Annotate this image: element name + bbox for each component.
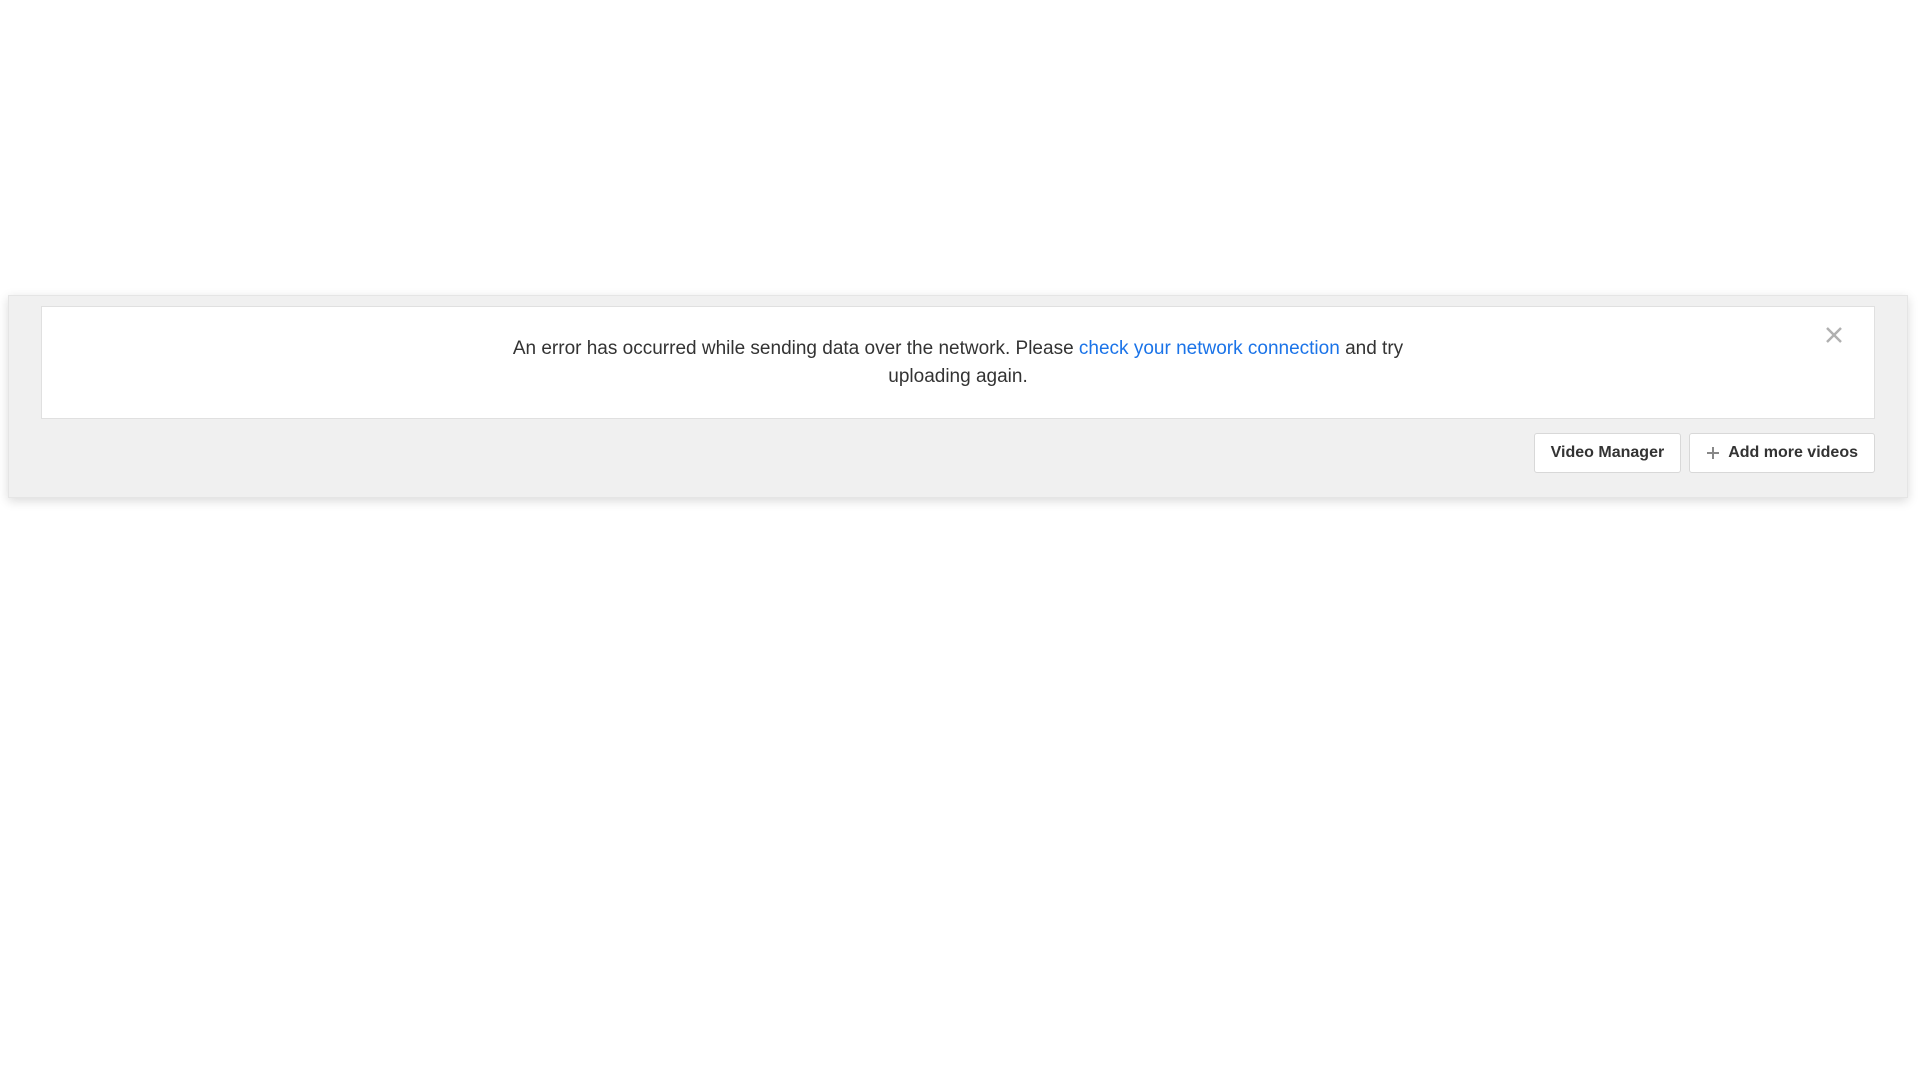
error-alert: An error has occurred while sending data… (41, 306, 1875, 419)
add-more-videos-button[interactable]: Add more videos (1689, 433, 1875, 473)
error-message: An error has occurred while sending data… (498, 335, 1418, 390)
close-alert-button[interactable] (1822, 325, 1846, 349)
check-network-link[interactable]: check your network connection (1079, 338, 1340, 359)
action-buttons: Video Manager Add more videos (9, 433, 1907, 473)
video-manager-label: Video Manager (1551, 444, 1665, 462)
plus-icon (1706, 446, 1720, 460)
upload-panel: An error has occurred while sending data… (8, 295, 1908, 498)
close-icon (1825, 326, 1843, 349)
add-more-videos-label: Add more videos (1728, 444, 1858, 462)
video-manager-button[interactable]: Video Manager (1534, 433, 1682, 473)
error-text-prefix: An error has occurred while sending data… (513, 338, 1079, 359)
